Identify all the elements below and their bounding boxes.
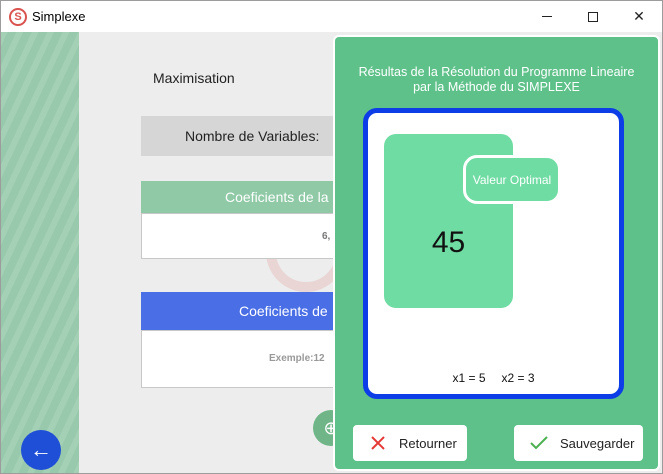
objective-coef-header: Coeficients de la [141, 181, 341, 213]
constraint-coef-input[interactable]: Exemple:12 [141, 330, 341, 388]
result-title-line1: Résultas de la Résolution du Programme L… [358, 65, 635, 79]
variable-x1: x1 = 5 [452, 371, 486, 385]
save-button-label: Sauvegarder [560, 435, 635, 451]
cross-icon [367, 432, 389, 454]
variable-x2: x2 = 3 [501, 371, 535, 385]
window-title: Simplexe [32, 9, 86, 24]
return-button[interactable]: Retourner [353, 425, 467, 461]
main-content: ← Maximisation Nombre de Variables: Coef… [1, 32, 662, 473]
solution-variables: x1 = 5 x2 = 3 [368, 371, 619, 385]
result-dialog: Résultas de la Résolution du Programme L… [333, 35, 660, 471]
result-title-line2: par la Méthode du SIMPLEXE [413, 80, 580, 94]
result-panel: 45 Valeur Optimal x1 = 5 x2 = 3 [363, 108, 624, 399]
constraint-coef-header: Coeficients de [141, 292, 341, 330]
objective-coef-input[interactable]: 6, [141, 213, 341, 259]
return-button-label: Retourner [399, 435, 457, 451]
maximize-button[interactable] [570, 1, 616, 32]
minimize-icon [542, 16, 552, 17]
arrow-left-icon: ← [30, 437, 52, 462]
app-window: S Simplexe ✕ ← Maximisation Nombre de Va… [0, 0, 663, 474]
checkmark-icon [528, 432, 550, 454]
back-button[interactable]: ← [21, 430, 61, 470]
close-button[interactable]: ✕ [616, 1, 662, 32]
result-dialog-title: Résultas de la Résolution du Programme L… [335, 65, 658, 95]
objective-type-label: Maximisation [153, 70, 235, 86]
optimal-value: 45 [431, 226, 466, 259]
save-button[interactable]: Sauvegarder [514, 425, 643, 461]
optimal-value-label: Valeur Optimal [463, 155, 561, 204]
title-bar: S Simplexe ✕ [1, 1, 662, 32]
left-decor-strip [1, 32, 79, 473]
close-icon: ✕ [633, 8, 645, 24]
app-logo-icon: S [9, 8, 27, 26]
maximize-icon [588, 11, 598, 22]
variables-count-label: Nombre de Variables: [141, 116, 341, 156]
minimize-button[interactable] [524, 1, 570, 32]
